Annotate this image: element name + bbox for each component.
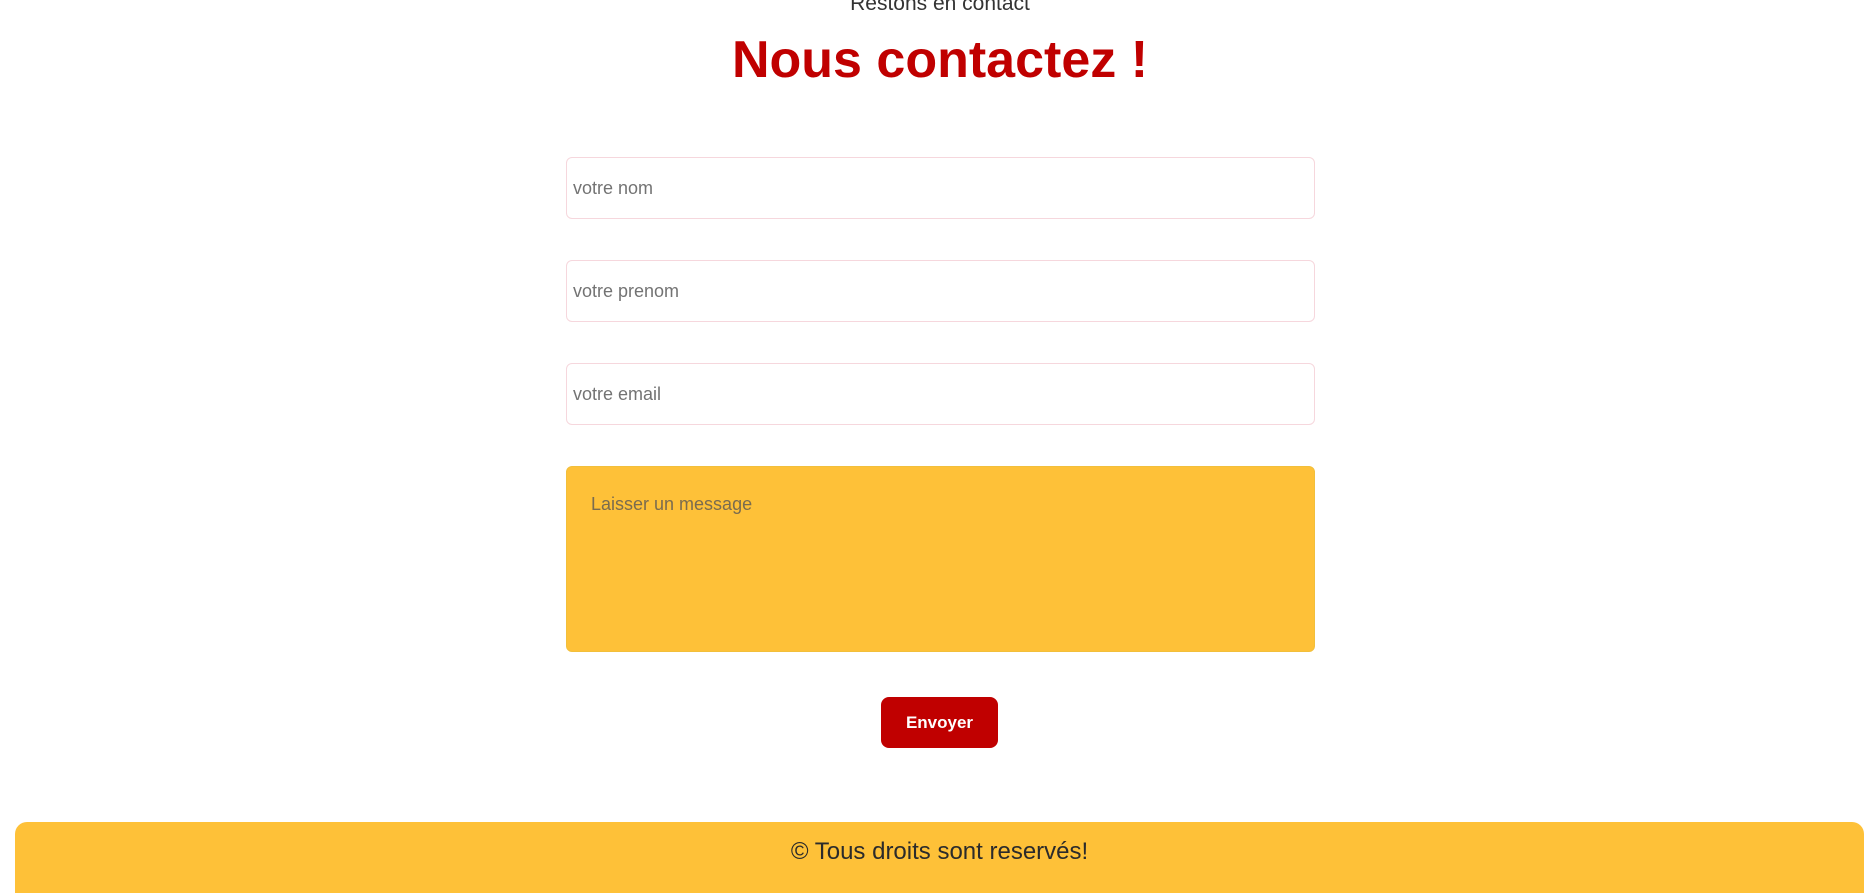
footer: © Tous droits sont reservés! xyxy=(15,822,1864,893)
page-title: Nous contactez ! xyxy=(731,31,1149,89)
copyright-text: © Tous droits sont reservés! xyxy=(790,838,1089,865)
section-subtitle: Restons en contact xyxy=(850,0,1030,15)
firstname-input[interactable] xyxy=(566,260,1315,322)
contact-page: Restons en contact Nous contactez ! Envo… xyxy=(0,0,1872,893)
send-button[interactable]: Envoyer xyxy=(881,697,998,748)
name-input[interactable] xyxy=(566,157,1315,219)
email-input[interactable] xyxy=(566,363,1315,425)
contact-form xyxy=(566,157,1315,652)
message-textarea[interactable] xyxy=(566,466,1315,652)
